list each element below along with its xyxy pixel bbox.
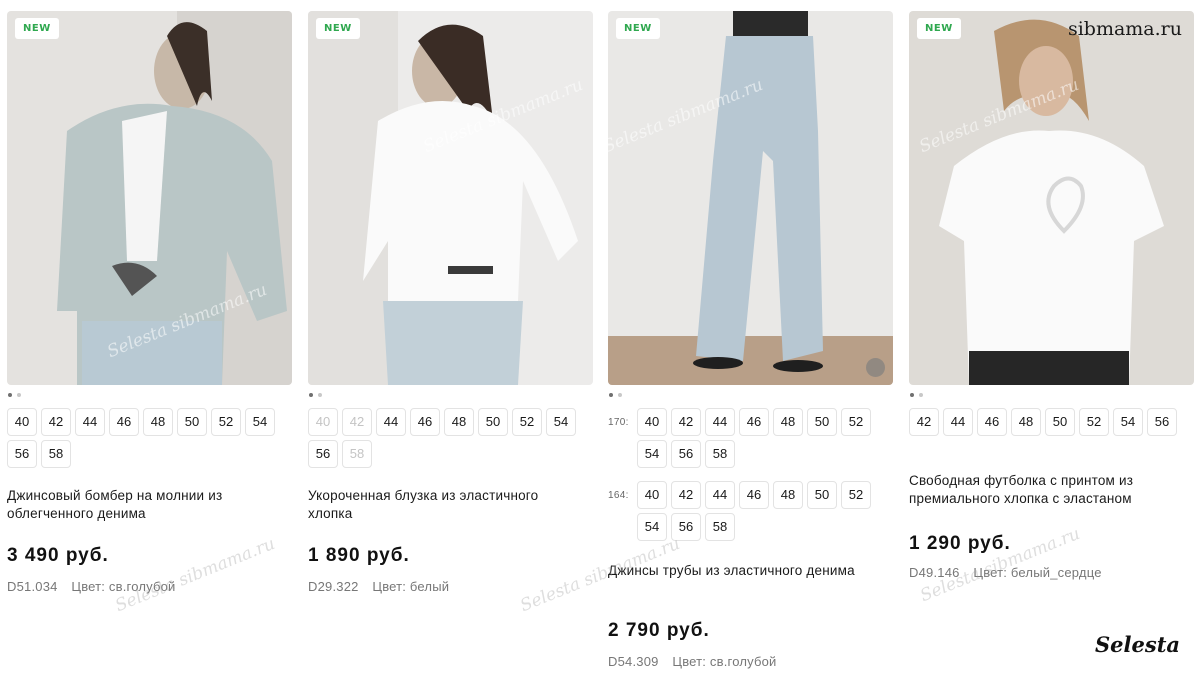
product-image [608,11,893,385]
product-image [308,11,593,385]
size-option[interactable]: 44 [943,408,973,436]
size-option[interactable]: 40 [7,408,37,436]
size-option[interactable]: 50 [807,481,837,509]
size-option[interactable]: 42 [671,481,701,509]
carousel-dot[interactable] [618,393,622,397]
size-option[interactable]: 50 [807,408,837,436]
size-option[interactable]: 46 [410,408,440,436]
size-option[interactable]: 56 [308,440,338,468]
size-option[interactable]: 52 [211,408,241,436]
product-price: 1 890 руб. [308,545,410,566]
size-option[interactable]: 44 [705,481,735,509]
product-price: 2 790 руб. [608,620,710,641]
size-option[interactable]: 56 [671,440,701,468]
size-option[interactable]: 46 [977,408,1007,436]
size-option[interactable]: 50 [1045,408,1075,436]
new-badge: NEW [616,18,660,39]
size-option[interactable]: 50 [478,408,508,436]
product-title[interactable]: Свободная футболка с принтом из премиаль… [909,472,1179,508]
size-option[interactable]: 52 [841,481,871,509]
size-option[interactable]: 54 [637,440,667,468]
new-badge: NEW [15,18,59,39]
size-option-unavailable: 40 [308,408,338,436]
size-option-unavailable: 42 [342,408,372,436]
size-option[interactable]: 46 [109,408,139,436]
carousel-dot[interactable] [919,393,923,397]
size-option[interactable]: 58 [705,440,735,468]
carousel-dot-active[interactable] [8,393,12,397]
height-label: 170: [608,417,629,428]
carousel-dot-active[interactable] [609,393,613,397]
carousel-dot-active[interactable] [309,393,313,397]
size-option[interactable]: 56 [1147,408,1177,436]
size-option[interactable]: 42 [41,408,71,436]
size-option[interactable]: 44 [376,408,406,436]
size-selector: 40 42 44 46 48 50 52 54 56 58 [7,408,292,468]
carousel-dots[interactable] [309,393,593,397]
product-photo[interactable]: NEW Selesta sibmama.ru [308,11,593,385]
site-watermark: sibmama.ru [1067,18,1182,40]
size-option-unavailable: 58 [342,440,372,468]
size-option[interactable]: 54 [1113,408,1143,436]
carousel-dots[interactable] [609,393,893,397]
size-option[interactable]: 56 [7,440,37,468]
product-image [909,11,1194,385]
size-selector: 40 42 44 46 48 50 52 54 56 58 [308,408,593,468]
carousel-dot[interactable] [17,393,21,397]
size-option[interactable]: 48 [1011,408,1041,436]
size-option[interactable]: 52 [1079,408,1109,436]
color-swatch-icon[interactable] [866,358,885,377]
size-option[interactable]: 58 [41,440,71,468]
brand-watermark: Selesta [1095,632,1180,657]
size-selector: 42 44 46 48 50 52 54 56 [909,408,1194,436]
product-title[interactable]: Джинсовый бомбер на молнии из облегченно… [7,487,277,523]
size-option[interactable]: 40 [637,481,667,509]
product-color: Цвет: св.голубой [672,654,777,669]
size-option[interactable]: 48 [773,481,803,509]
size-option[interactable]: 50 [177,408,207,436]
carousel-dots[interactable] [8,393,292,397]
new-badge: NEW [917,18,961,39]
product-sku: D51.034 [7,579,58,594]
height-label: 164: [608,490,629,501]
carousel-dot[interactable] [318,393,322,397]
size-option[interactable]: 48 [773,408,803,436]
product-photo[interactable]: NEW Selesta sibmama.ru [909,11,1194,385]
size-option[interactable]: 58 [705,513,735,541]
height-group: 170: 40 42 44 46 48 50 52 54 56 58 [608,408,893,468]
size-option[interactable]: 44 [705,408,735,436]
product-card[interactable]: NEW Selesta sibmama.ru 170: 40 42 44 46 … [608,11,893,669]
new-badge: NEW [316,18,360,39]
size-option[interactable]: 40 [637,408,667,436]
product-meta: D54.309 Цвет: св.голубой [608,654,893,669]
size-option[interactable]: 46 [739,408,769,436]
product-photo[interactable]: NEW Selesta sibmama.ru [7,11,292,385]
product-color: Цвет: белый [372,579,450,594]
size-option[interactable]: 46 [739,481,769,509]
product-title[interactable]: Укороченная блузка из эластичного хлопка [308,487,578,523]
product-card[interactable]: NEW Selesta sibmama.ru 40 42 44 46 48 50… [7,11,292,594]
height-group: 164: 40 42 44 46 48 50 52 54 56 58 [608,481,893,541]
size-option[interactable]: 48 [444,408,474,436]
size-option[interactable]: 42 [671,408,701,436]
size-option[interactable]: 54 [546,408,576,436]
size-selector: 40 42 44 46 48 50 52 54 56 58 [637,408,877,468]
size-selector: 40 42 44 46 48 50 52 54 56 58 [637,481,877,541]
product-sku: D29.322 [308,579,359,594]
product-card[interactable]: NEW Selesta sibmama.ru 40 42 44 46 48 50… [308,11,593,594]
product-sku: D54.309 [608,654,659,669]
size-option[interactable]: 54 [637,513,667,541]
size-option[interactable]: 52 [512,408,542,436]
carousel-dots[interactable] [910,393,1194,397]
carousel-dot-active[interactable] [910,393,914,397]
product-photo[interactable]: NEW Selesta sibmama.ru [608,11,893,385]
size-option[interactable]: 54 [245,408,275,436]
product-card[interactable]: NEW Selesta sibmama.ru 42 44 46 48 50 52… [909,11,1194,580]
size-option[interactable]: 52 [841,408,871,436]
size-option[interactable]: 42 [909,408,939,436]
size-option[interactable]: 48 [143,408,173,436]
size-option[interactable]: 44 [75,408,105,436]
